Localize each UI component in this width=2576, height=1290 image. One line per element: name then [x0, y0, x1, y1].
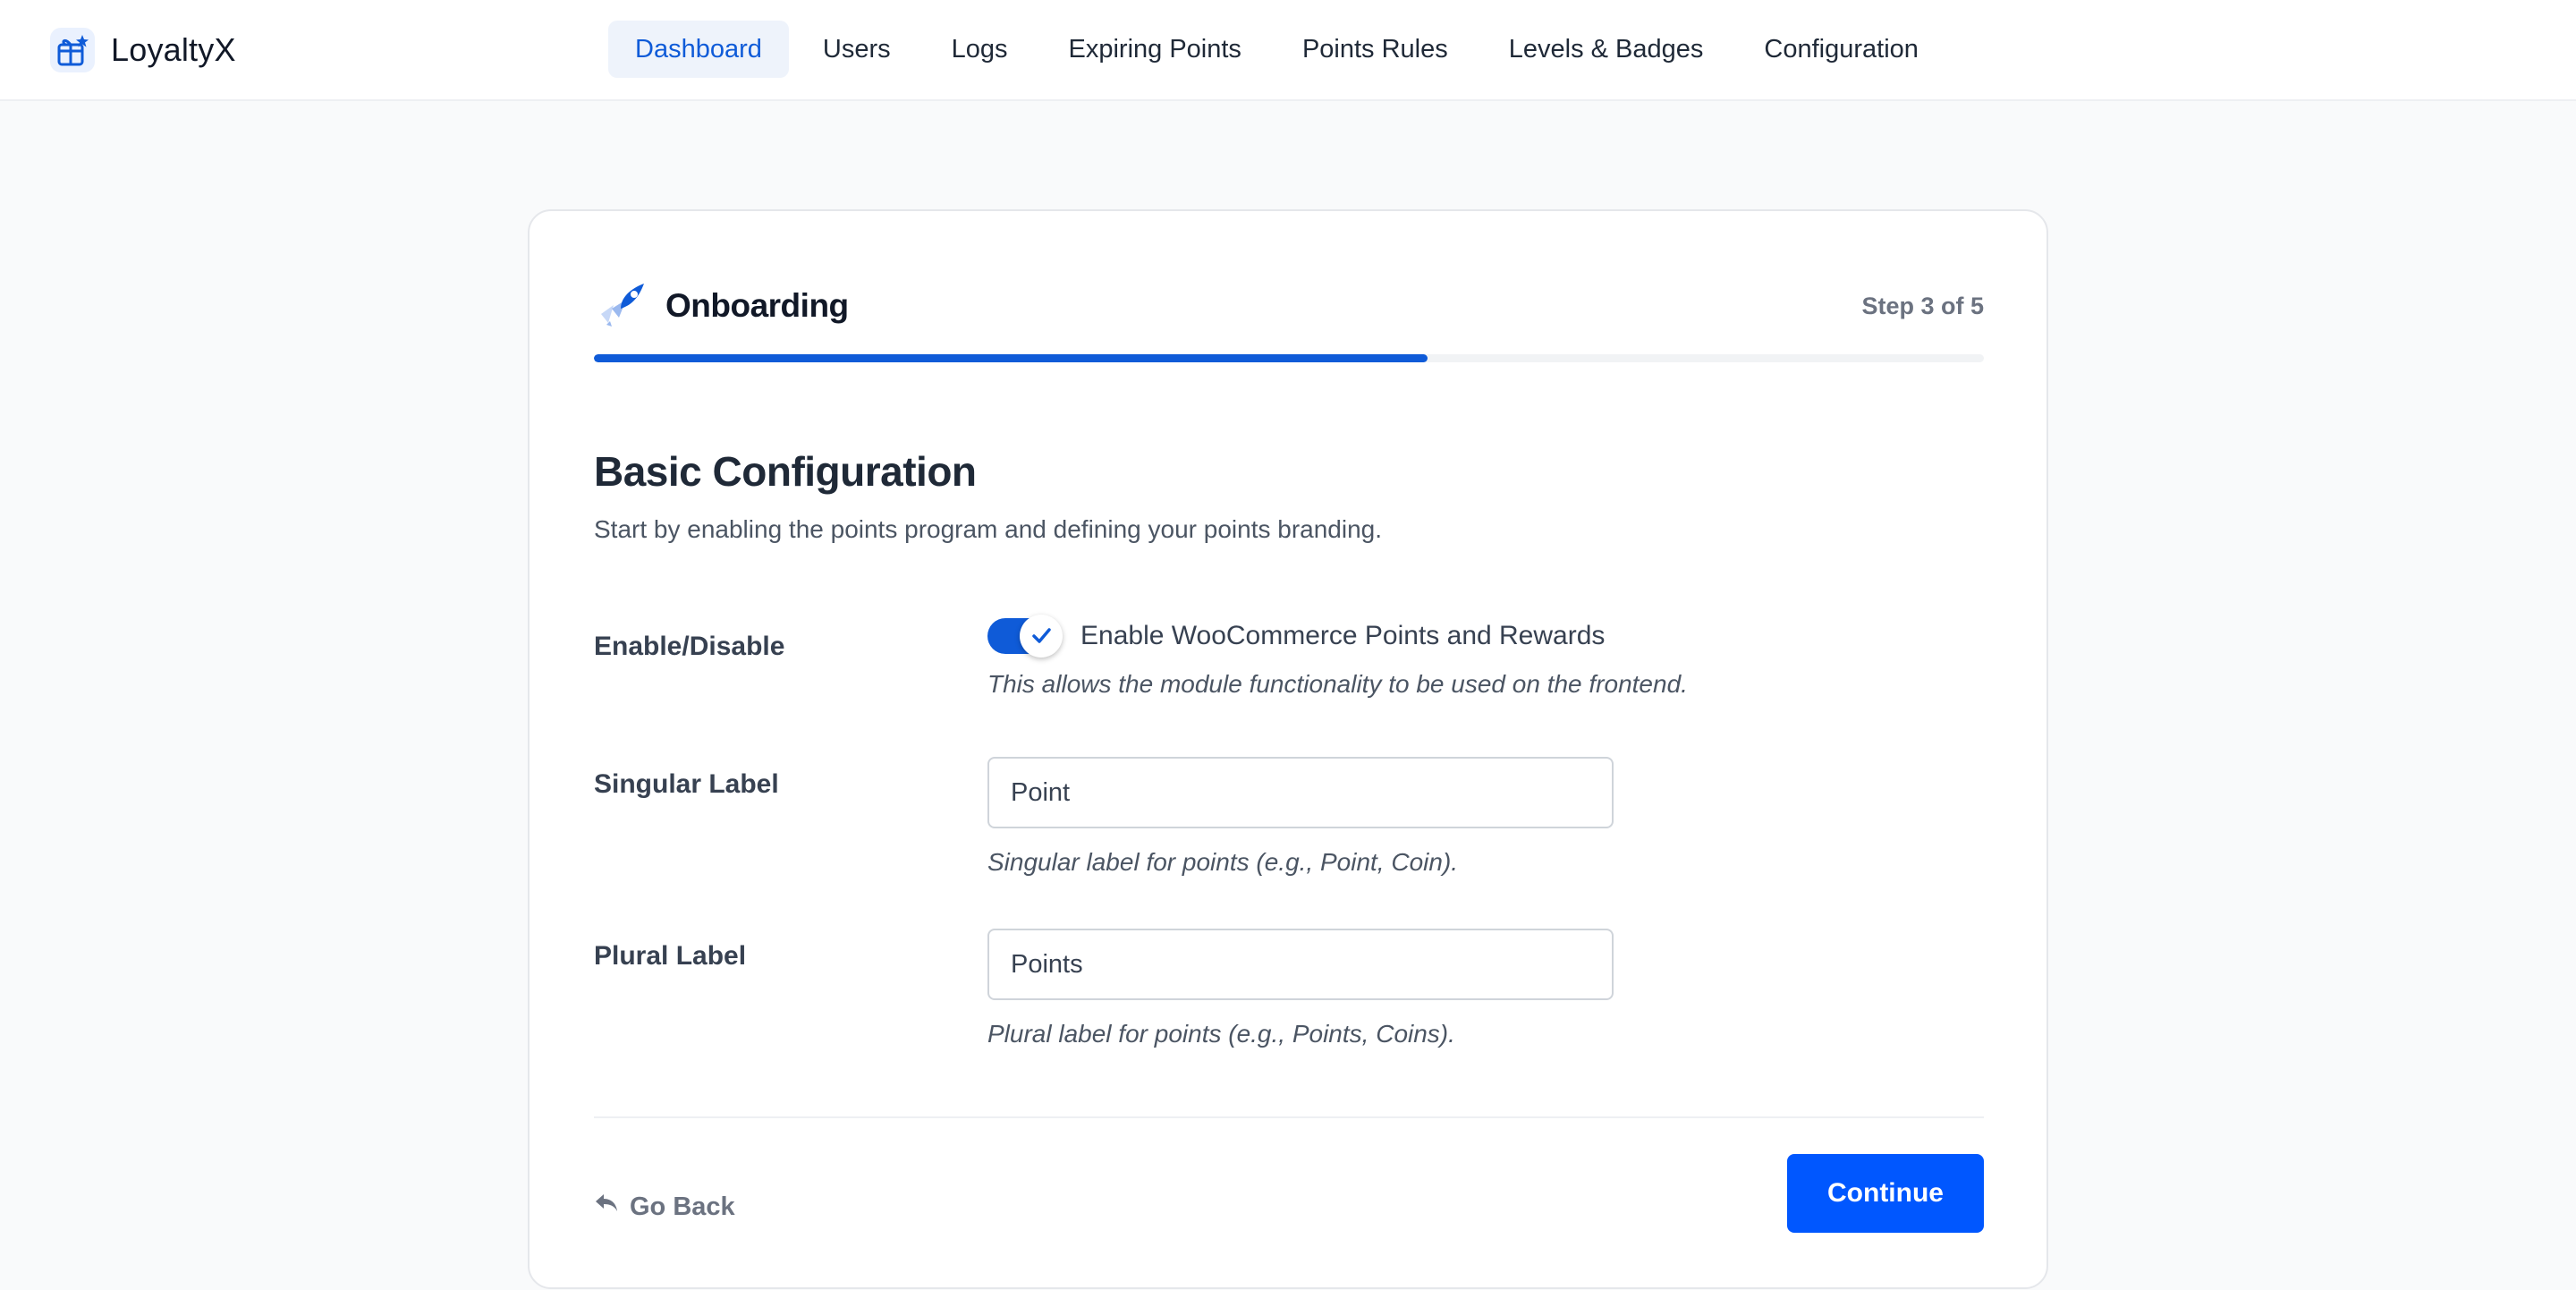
nav-item-points-rules[interactable]: Points Rules	[1275, 21, 1475, 78]
gift-icon	[50, 28, 95, 72]
singular-field: Singular label for points (e.g., Point, …	[987, 757, 1614, 877]
plural-field: Plural label for points (e.g., Points, C…	[987, 929, 1614, 1048]
progress-bar	[594, 354, 1984, 362]
brand[interactable]: LoyaltyX	[50, 25, 236, 75]
footer-divider	[594, 1116, 1984, 1118]
singular-label-title: Singular Label	[594, 769, 779, 799]
card-title: Onboarding	[665, 287, 849, 324]
plural-label-input[interactable]	[987, 929, 1614, 1000]
singular-label-input[interactable]	[987, 757, 1614, 828]
section-title: Basic Configuration	[594, 448, 977, 495]
card-title-group: Onboarding	[594, 278, 849, 334]
enable-toggle-label[interactable]: Enable WooCommerce Points and Rewards	[1080, 621, 1605, 651]
go-back-button[interactable]: Go Back	[594, 1184, 735, 1229]
card-header: Onboarding Step 3 of 5	[594, 277, 1984, 335]
nav-item-levels-badges[interactable]: Levels & Badges	[1482, 21, 1731, 78]
singular-help-text: Singular label for points (e.g., Point, …	[987, 848, 1459, 876]
plural-help-text: Plural label for points (e.g., Points, C…	[987, 1020, 1455, 1048]
top-navigation-bar: LoyaltyX Dashboard Users Logs Expiring P…	[0, 0, 2576, 101]
go-back-label: Go Back	[630, 1192, 735, 1221]
nav-item-dashboard[interactable]: Dashboard	[608, 21, 789, 78]
nav-item-expiring-points[interactable]: Expiring Points	[1042, 21, 1268, 78]
step-indicator: Step 3 of 5	[1861, 292, 1984, 319]
plural-label-title: Plural Label	[594, 941, 747, 971]
enable-help-text: This allows the module functionality to …	[987, 670, 1688, 698]
reply-arrow-icon	[594, 1191, 619, 1223]
check-icon	[1020, 615, 1063, 658]
toggle-row: Enable WooCommerce Points and Rewards	[987, 615, 1688, 658]
enable-disable-label: Enable/Disable	[594, 632, 785, 661]
nav-item-configuration[interactable]: Configuration	[1737, 21, 1945, 78]
enable-toggle[interactable]	[987, 615, 1063, 658]
nav-item-users[interactable]: Users	[796, 21, 918, 78]
nav-item-logs[interactable]: Logs	[925, 21, 1035, 78]
enable-field: Enable WooCommerce Points and Rewards Th…	[987, 615, 1688, 699]
section-description: Start by enabling the points program and…	[594, 515, 1383, 543]
progress-bar-fill	[594, 354, 1428, 362]
continue-button[interactable]: Continue	[1787, 1154, 1984, 1233]
app-name: LoyaltyX	[111, 31, 236, 68]
main-nav: Dashboard Users Logs Expiring Points Poi…	[608, 21, 1945, 78]
rocket-icon	[594, 278, 649, 334]
onboarding-card: Onboarding Step 3 of 5 Basic Configurati…	[528, 209, 2048, 1289]
